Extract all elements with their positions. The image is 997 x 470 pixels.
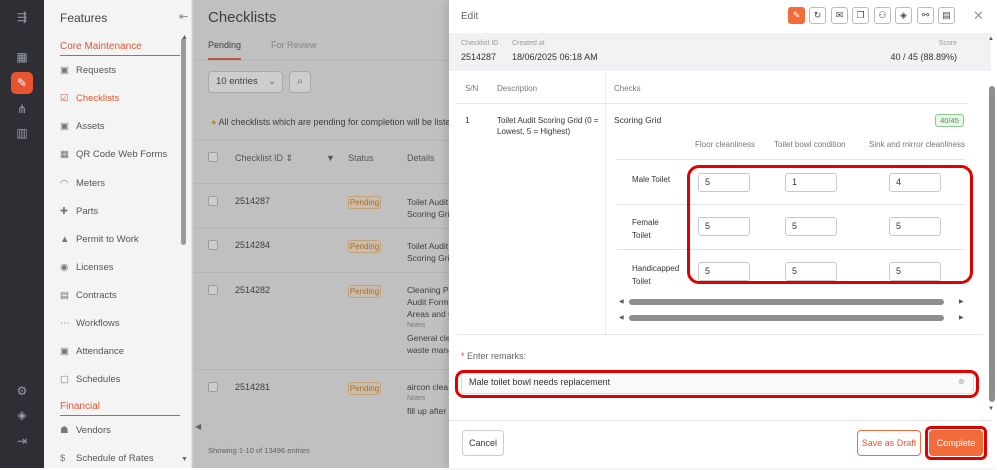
workflow-icon: ⋯ [60, 318, 70, 329]
sidebar-scrollbar[interactable] [181, 38, 186, 245]
score-label: Score [938, 40, 957, 47]
history-icon[interactable]: ↻ [809, 7, 826, 24]
calendar-icon: ▢ [60, 374, 69, 385]
parts-icon: ✚ [60, 206, 68, 217]
sidebar-item-assets[interactable]: ▣ Assets [60, 116, 180, 138]
analytics-icon[interactable]: ▥ [11, 122, 33, 144]
score-badge: 40/45 [935, 114, 964, 127]
contract-icon: ▤ [60, 290, 69, 301]
sidebar-group-financial: Financial [60, 401, 180, 416]
scroll-down-icon[interactable]: ▼ [988, 406, 994, 412]
icon-rail: ⇶ ▦ ✎ ⋔ ▥ ⚙ ◈ ⇥ [0, 0, 44, 468]
highlight-complete [925, 426, 987, 460]
panel-title: Edit [461, 11, 479, 22]
created-value: 18/06/2025 06:18 AM [512, 52, 598, 62]
sidebar-item-parts[interactable]: ✚ Parts [60, 201, 180, 223]
link-icon[interactable]: ⚯ [917, 7, 934, 24]
collapse-icon[interactable]: ⇤ [179, 10, 188, 23]
copy-icon[interactable]: ❐ [852, 7, 869, 24]
modal-overlay[interactable] [192, 0, 450, 468]
created-label: Created at [512, 40, 545, 47]
item-description: Toilet Audit Scoring Grid (0 = Lowest, 5… [497, 116, 599, 136]
cube-icon[interactable]: ◈ [11, 404, 33, 426]
checklist-id-label: Checklist ID [461, 40, 499, 47]
sidebar-item-vendors[interactable]: ☗ Vendors [60, 420, 180, 442]
box-icon[interactable]: ◈ [895, 7, 912, 24]
scroll-left-icon[interactable]: ◀ [619, 314, 624, 321]
scroll-up-icon[interactable]: ▲ [988, 36, 994, 42]
settings-icon[interactable]: ⚙ [11, 380, 33, 402]
permit-icon: ▲ [60, 234, 70, 245]
grid-row-label: Handicapped Toilet [632, 264, 680, 286]
sidebar-item-attendance[interactable]: ▣ Attendance [60, 341, 180, 363]
sidebar-item-permit[interactable]: ▲ Permit to Work [60, 229, 180, 251]
pencil-icon[interactable]: ✎ [788, 7, 805, 24]
attendance-icon: ▣ [60, 346, 69, 357]
sidebar-item-requests[interactable]: ▣ Requests [60, 60, 180, 82]
check-title: Scoring Grid [614, 115, 662, 125]
sidebar-item-meters[interactable]: ◠ Meters [60, 173, 180, 195]
tools-icon[interactable]: ✎ [11, 72, 33, 94]
sidebar-title: Features [60, 11, 108, 25]
remarks-label: * Enter remarks: [461, 351, 527, 361]
horizontal-scrollbar[interactable] [629, 299, 944, 305]
sidebar-item-qr[interactable]: ▦ QR Code Web Forms [60, 144, 180, 166]
scroll-right-icon[interactable]: ▶ [959, 298, 964, 305]
highlight-score-grid [687, 165, 973, 284]
sidebar-group-core: Core Maintenance [60, 41, 180, 56]
logout-icon[interactable]: ⇥ [11, 430, 33, 452]
mail-icon[interactable]: ✉ [831, 7, 848, 24]
users-icon[interactable]: ⚇ [874, 7, 891, 24]
cancel-button[interactable]: Cancel [462, 430, 504, 456]
scroll-down-icon[interactable]: ▼ [181, 456, 188, 463]
highlight-remarks [455, 370, 979, 398]
sidebar-item-schedules[interactable]: ▢ Schedules [60, 369, 180, 391]
sidebar-item-licenses[interactable]: ◉ Licenses [60, 257, 180, 279]
branch-icon[interactable]: ⋔ [11, 98, 33, 120]
feature-sidebar: Features ⇤ Core Maintenance ▣ Requests ☑ C… [44, 0, 192, 468]
grid-icon[interactable]: ▦ [11, 46, 33, 68]
grid-col-floor: Floor cleanliness [695, 140, 756, 149]
scroll-up-icon[interactable]: ▲ [181, 34, 188, 41]
grid-row-label: Female Toilet [632, 218, 659, 240]
assets-icon: ▣ [60, 121, 69, 132]
grid-col-bowl: Toilet bowl condition [774, 140, 846, 149]
edit-panel: Edit ✎ ↻ ✉ ❐ ⚇ ◈ ⚯ ▤ ✕ Checklist ID 2514… [449, 0, 997, 468]
panel-scrollbar[interactable] [989, 86, 995, 402]
requests-icon: ▣ [60, 65, 69, 76]
scroll-left-icon[interactable]: ◀ [619, 298, 624, 305]
menu-icon[interactable]: ⇶ [11, 6, 33, 28]
score-value: 40 / 45 (88.89%) [890, 52, 957, 62]
checklist-icon: ☑ [60, 93, 69, 104]
checklist-id-value: 2514287 [461, 52, 497, 62]
license-icon: ◉ [60, 262, 69, 273]
sidebar-item-contracts[interactable]: ▤ Contracts [60, 285, 180, 307]
vendor-icon: ☗ [60, 425, 69, 436]
item-sn: 1 [465, 115, 470, 125]
grid-row-label: Male Toilet [632, 175, 671, 184]
grid-col-sink: Sink and mirror cleanliness [869, 140, 966, 149]
close-icon[interactable]: ✕ [973, 8, 984, 24]
sidebar-item-schedule-rates[interactable]: $ Schedule of Rates [60, 448, 180, 470]
sidebar-item-checklists[interactable]: ☑ Checklists [60, 88, 180, 110]
dollar-icon: $ [60, 453, 66, 464]
col-sn: S/N [465, 84, 479, 93]
pdf-icon[interactable]: ▤ [938, 7, 955, 24]
scroll-right-icon[interactable]: ▶ [959, 314, 964, 321]
col-checks: Checks [614, 84, 641, 93]
horizontal-scrollbar[interactable] [629, 315, 944, 321]
qr-icon: ▦ [60, 149, 69, 160]
meter-icon: ◠ [60, 178, 69, 189]
col-description: Description [497, 84, 538, 93]
save-draft-button[interactable]: Save as Draft [857, 430, 921, 456]
sidebar-item-workflows[interactable]: ⋯ Workflows [60, 313, 180, 335]
